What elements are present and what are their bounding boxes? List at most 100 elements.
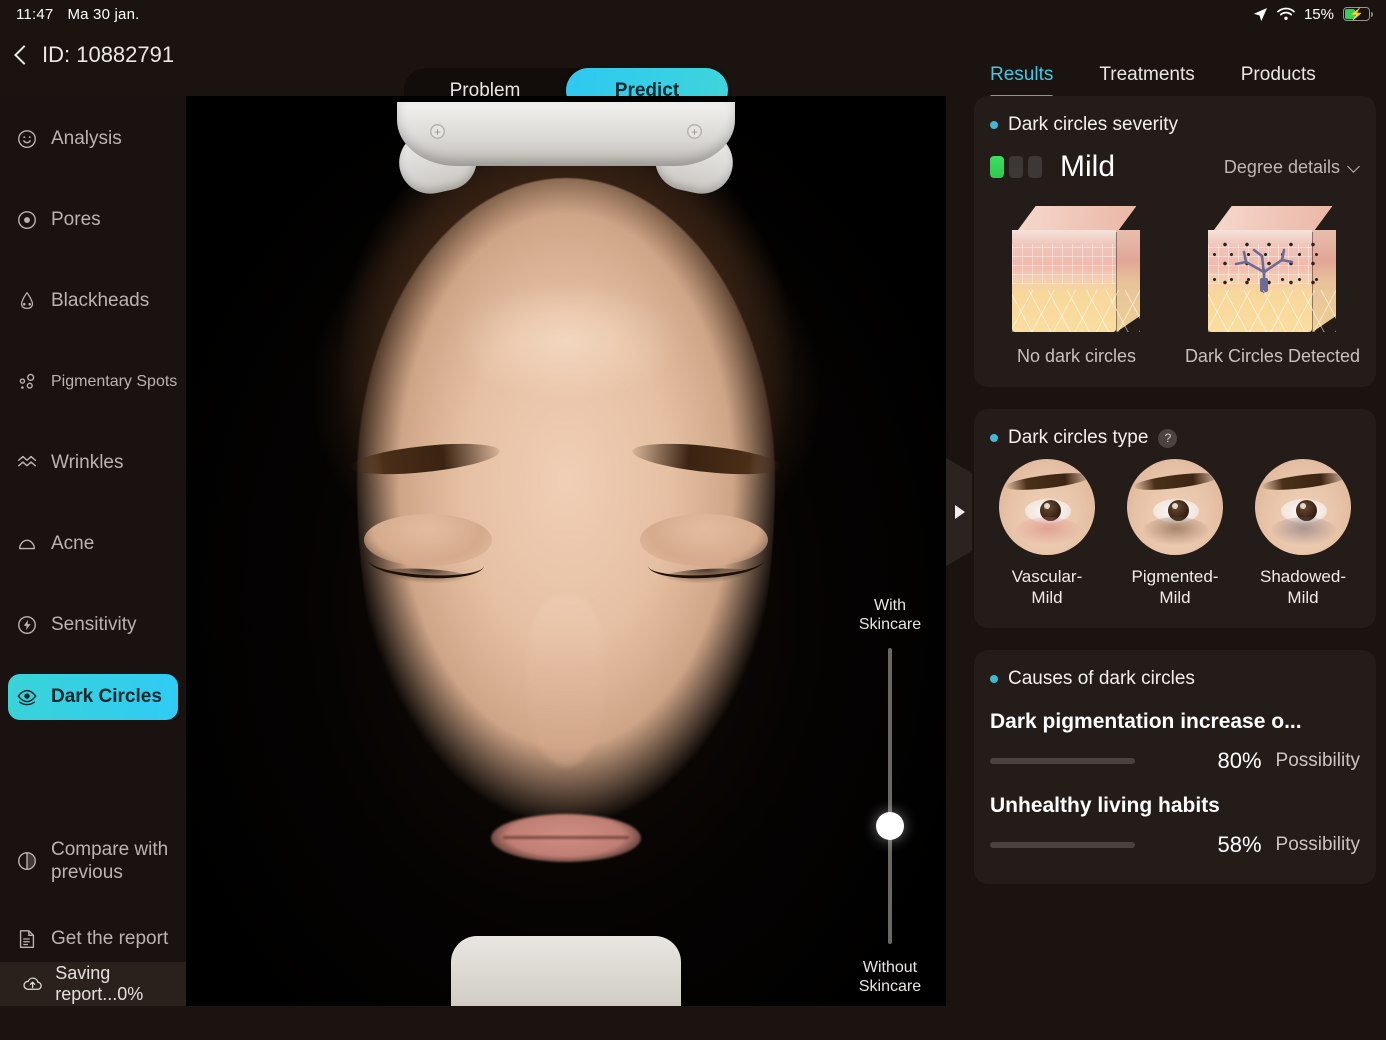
- sidebar-label-wrinkles: Wrinkles: [51, 452, 124, 473]
- cause-item-2: Unhealthy living habits 58% Possibility: [990, 794, 1360, 858]
- slider-handle[interactable]: [876, 811, 904, 840]
- sidebar-item-get-the-report[interactable]: Get the report: [8, 916, 178, 962]
- severity-card-title: Dark circles severity: [990, 114, 1360, 136]
- pore-circle-icon: [18, 211, 36, 229]
- sidebar: Analysis Pores Blackheads Pigmentary Spo…: [0, 96, 186, 1006]
- back-button[interactable]: ID: 10882791: [14, 42, 174, 68]
- status-date: Ma 30 jan.: [67, 5, 140, 23]
- tab-treatments[interactable]: Treatments: [1099, 64, 1194, 98]
- status-bar-right: 15% ⚡: [1253, 5, 1374, 23]
- cause-progress-bar-2: [990, 842, 1135, 849]
- type-option-pigmented[interactable]: Pigmented- Mild: [1118, 459, 1232, 608]
- type-option-shadowed[interactable]: Shadowed- Mild: [1246, 459, 1360, 608]
- contrast-circle-icon: [18, 852, 36, 870]
- question-mark-icon[interactable]: ?: [1158, 428, 1178, 448]
- degree-details-label: Degree details: [1223, 156, 1340, 177]
- dark-circles-severity-card: Dark circles severity Mild Degree detail…: [974, 96, 1376, 387]
- slider-bottom-label: Without Skincare: [858, 958, 922, 995]
- eye-photo-shadowed: [1255, 459, 1351, 555]
- dark-circle-type-options: Vascular- Mild Pigmented- Mild Shadowed-…: [990, 459, 1360, 608]
- type-label-vascular: Vascular- Mild: [1011, 567, 1083, 607]
- face-photo: [186, 96, 946, 1006]
- sidebar-label-analysis: Analysis: [51, 128, 122, 149]
- wifi-icon: [1277, 7, 1295, 20]
- saving-status-bar: Saving report...0%: [0, 962, 186, 1006]
- sidebar-label-compare: Compare with previous: [51, 838, 169, 883]
- severity-title-label: Dark circles severity: [1008, 114, 1178, 135]
- app-root: 11:47 Ma 30 jan. 15% ⚡ ID: 10882791 Prob…: [0, 0, 1386, 1040]
- bullet-dot-icon: [990, 434, 998, 442]
- acne-bump-icon: [18, 539, 36, 550]
- cause-name-1: Dark pigmentation increase o...: [990, 710, 1302, 734]
- top-bar: ID: 10882791 Problem Predict Results Tre…: [0, 28, 1386, 113]
- location-arrow-icon: [1253, 7, 1268, 21]
- cause-item-1: Dark pigmentation increase o... 80% Poss…: [990, 710, 1360, 774]
- waves-icon: [18, 455, 36, 467]
- sidebar-item-sensitivity[interactable]: Sensitivity: [8, 602, 178, 648]
- severity-block-2: [1009, 156, 1023, 178]
- type-label-shadowed: Shadowed- Mild: [1259, 567, 1346, 607]
- sidebar-label-get-report: Get the report: [51, 928, 169, 949]
- sidebar-item-wrinkles[interactable]: Wrinkles: [8, 440, 178, 486]
- patient-id-label: ID: 10882791: [42, 42, 175, 67]
- sidebar-label-acne: Acne: [51, 533, 95, 554]
- blood-vessel-icon: [1235, 248, 1294, 294]
- sidebar-bottom-group: Compare with previous Get the report: [0, 832, 186, 962]
- chevron-left-icon: [14, 44, 28, 66]
- face-photo-viewer[interactable]: With Skincare Without Skincare: [186, 96, 946, 1006]
- type-title-label: Dark circles type: [1008, 427, 1149, 448]
- type-label-pigmented: Pigmented- Mild: [1131, 567, 1219, 607]
- tab-products[interactable]: Products: [1241, 64, 1316, 98]
- eye-photo-vascular: [999, 459, 1095, 555]
- type-option-vascular[interactable]: Vascular- Mild: [990, 459, 1104, 608]
- type-card-title: Dark circles type ?: [990, 427, 1360, 449]
- cause-progress-bar-1: [990, 758, 1135, 765]
- severity-level-row: Mild Degree details: [990, 150, 1360, 184]
- results-panel[interactable]: Dark circles severity Mild Degree detail…: [962, 96, 1386, 1040]
- cause-name-2: Unhealthy living habits: [990, 794, 1220, 818]
- sidebar-item-acne[interactable]: Acne: [8, 521, 178, 567]
- diagram-caption-detected: Dark Circles Detected: [1184, 346, 1360, 366]
- headband-device: [393, 102, 739, 200]
- bolt-circle-icon: [18, 616, 36, 634]
- cause-possibility-label-1: Possibility: [1275, 750, 1360, 772]
- severity-block-1: [990, 156, 1004, 178]
- causes-title-label: Causes of dark circles: [1008, 668, 1195, 690]
- sidebar-label-pores: Pores: [51, 209, 101, 230]
- cause-row-2: 58% Possibility: [990, 832, 1360, 858]
- nose-icon: [20, 291, 34, 309]
- slider-top-label: With Skincare: [858, 597, 922, 634]
- skin-cube-detected-icon: [1208, 206, 1337, 332]
- eye-photo-pigmented: [1127, 459, 1223, 555]
- saving-status-label: Saving report...0%: [55, 963, 144, 1004]
- slider-track[interactable]: [876, 648, 904, 944]
- causes-card-title: Causes of dark circles: [990, 668, 1360, 690]
- tab-results[interactable]: Results: [990, 64, 1054, 98]
- bullet-dot-icon: [990, 675, 998, 684]
- sidebar-item-dark-circles[interactable]: Dark Circles: [8, 674, 178, 720]
- eye-icon: [17, 689, 37, 706]
- diagram-caption-normal: No dark circles: [1016, 346, 1136, 366]
- sidebar-item-blackheads[interactable]: Blackheads: [8, 278, 178, 324]
- causes-of-dark-circles-card: Causes of dark circles Dark pigmentation…: [974, 650, 1376, 885]
- sidebar-item-pigmentary-spots[interactable]: Pigmentary Spots: [8, 359, 178, 405]
- degree-details-button[interactable]: Degree details: [1224, 157, 1360, 178]
- sidebar-label-sensitivity: Sensitivity: [51, 614, 137, 635]
- severity-diagrams: No dark circles Dark Circles Detected: [990, 206, 1360, 367]
- sidebar-item-compare-with-previous[interactable]: Compare with previous: [8, 832, 178, 890]
- sidebar-label-blackheads: Blackheads: [51, 290, 150, 311]
- battery-percent: 15%: [1303, 5, 1334, 23]
- cloud-upload-icon: [23, 977, 42, 990]
- sidebar-item-pores[interactable]: Pores: [8, 197, 178, 243]
- document-icon: [19, 930, 35, 948]
- skincare-slider[interactable]: With Skincare Without Skincare: [844, 596, 936, 996]
- diagram-dark-circles-detected: Dark Circles Detected: [1185, 206, 1360, 367]
- status-time: 11:47: [16, 5, 54, 23]
- severity-level-blocks: [990, 156, 1042, 178]
- skin-cube-normal-icon: [1012, 206, 1141, 332]
- cause-possibility-label-2: Possibility: [1275, 834, 1360, 856]
- sidebar-item-analysis[interactable]: Analysis: [8, 116, 178, 162]
- chevron-down-icon: [1349, 162, 1360, 173]
- dark-circles-type-card: Dark circles type ? Vascular- Mild Pigme…: [974, 409, 1376, 629]
- battery-charging-icon: ⚡: [1343, 7, 1374, 21]
